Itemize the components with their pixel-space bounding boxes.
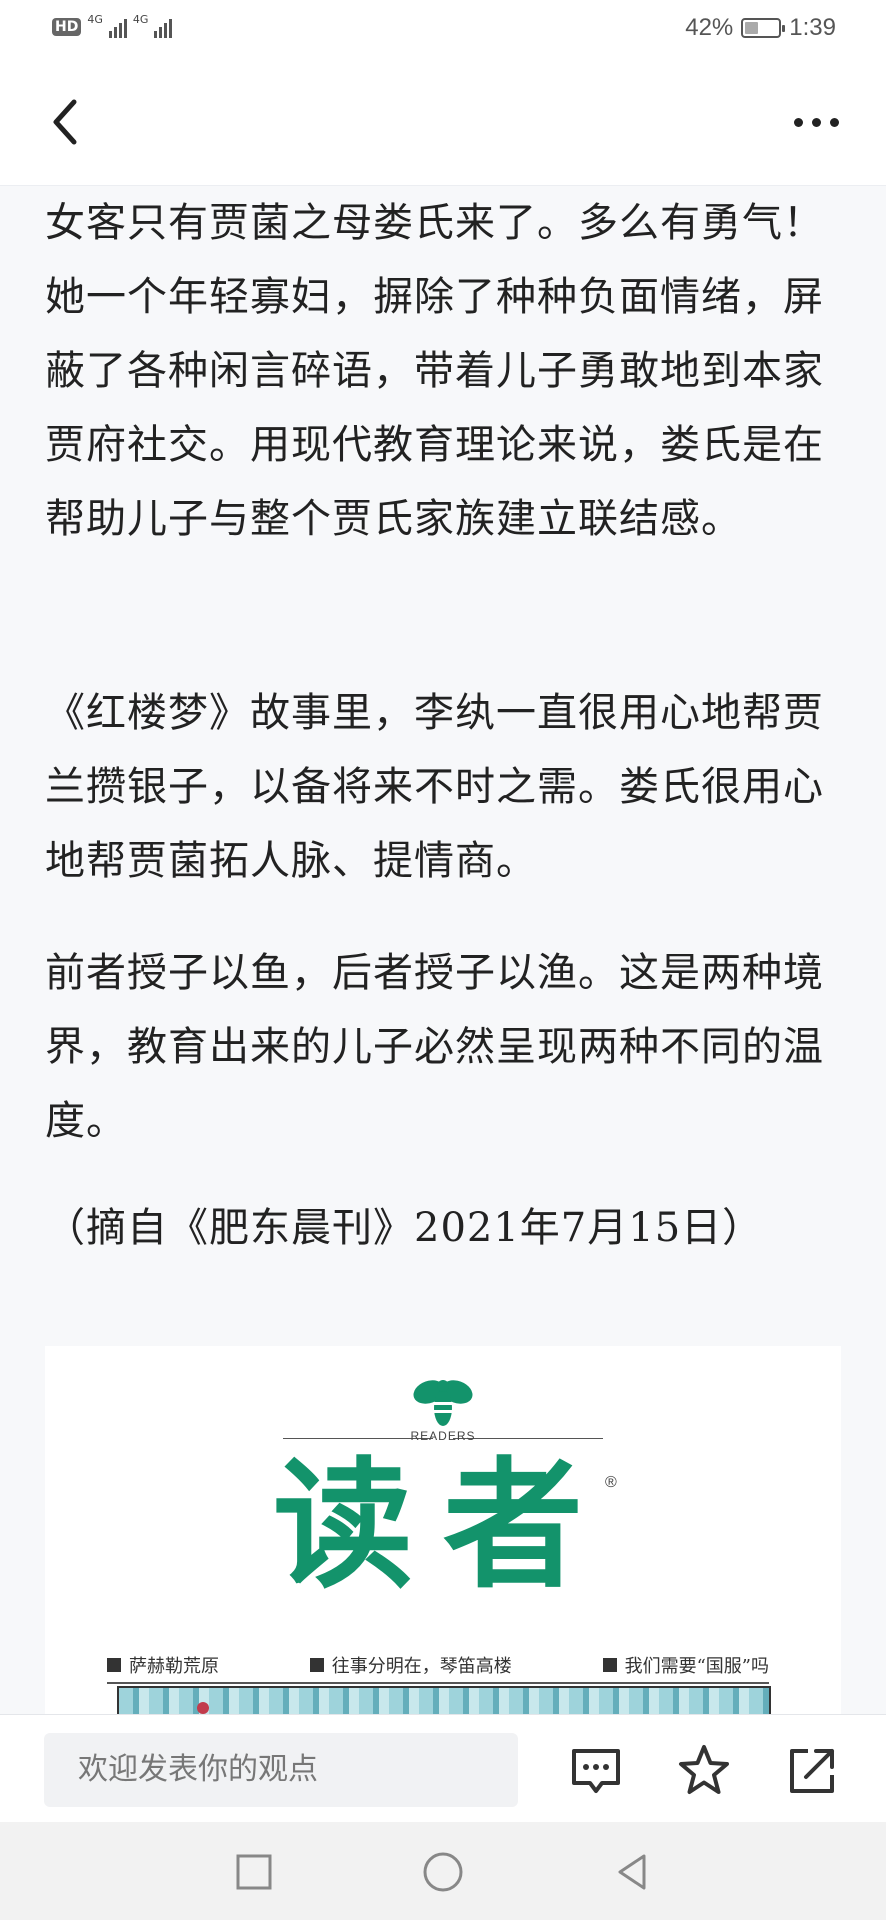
cover-headline: 萨赫勒荒原 [107,1652,219,1678]
article-paragraph: 《红楼梦》故事里，李纨一直很用心地帮贾兰攒银子，以备将来不时之需。娄氏很用心地帮… [45,690,824,884]
network-label-1: 4G [87,12,103,26]
square-bullet-icon [602,1658,617,1672]
clock: 1:39 [789,14,836,41]
recents-square-icon[interactable] [232,1850,276,1894]
brand-en: READERS [410,1429,476,1443]
more-horizontal-icon [793,117,803,127]
top-nav [0,60,886,186]
network-label-2: 4G [132,12,149,26]
status-right: 42% 1:39 [685,14,836,42]
bee-logo-icon [413,1380,473,1426]
article-paragraph: 女客只有贾菌之母娄氏来了。多么有勇气！她一个年轻寡妇，摒除了种种负面情绪，屏蔽了… [45,200,824,542]
article-paragraph: 前者授子以鱼，后者授子以渔。这是两种境界，教育出来的儿子必然呈现两种不同的温度。 [45,950,824,1144]
magazine-cover-image[interactable]: READERS 读者 ® 萨赫勒荒原 往事分明在，琴笛高楼 我们需要“国服”吗 [45,1346,841,1714]
cover-art-strip [117,1686,771,1714]
hd-badge: HD [52,18,82,36]
registered-mark: ® [605,1474,617,1491]
square-bullet-icon [107,1658,121,1672]
more-button[interactable] [786,102,846,142]
back-triangle-icon[interactable] [610,1850,654,1894]
battery-percent: 42% [685,14,734,41]
article-source: （摘自《肥东晨刊》2021年7月15日） [45,1205,764,1251]
system-nav-bar [0,1822,886,1920]
chevron-left-icon [53,99,77,145]
status-bar: HD 4G 4G 42% 1:39 [0,0,886,60]
comment-input[interactable]: 欢迎发表你的观点 [44,1733,518,1807]
share-icon[interactable] [782,1741,842,1801]
cover-headline: 往事分明在，琴笛高楼 [309,1652,512,1678]
back-button[interactable] [44,92,94,152]
signal-icon [154,16,173,38]
cover-headlines: 萨赫勒荒原 往事分明在，琴笛高楼 我们需要“国服”吗 [107,1652,769,1684]
status-left: HD 4G 4G [52,12,173,38]
article-content: 女客只有贾菌之母娄氏来了。多么有勇气！她一个年轻寡妇，摒除了种种负面情绪，屏蔽了… [0,186,886,1714]
square-bullet-icon [309,1658,324,1672]
star-icon[interactable] [674,1741,734,1801]
screen: HD 4G 4G 42% 1:39 女客只有贾菌之母娄氏来了。多么有勇气！她一个… [0,0,886,1920]
signal-icon [108,16,127,38]
battery-icon [741,18,786,38]
comment-bar: 欢迎发表你的观点 [0,1714,886,1823]
battery-fill [745,22,759,34]
home-circle-icon[interactable] [421,1850,465,1894]
cover-headline: 我们需要“国服”吗 [602,1652,769,1678]
comment-icon[interactable] [566,1741,626,1801]
brand-logo: 读者 [272,1444,613,1608]
